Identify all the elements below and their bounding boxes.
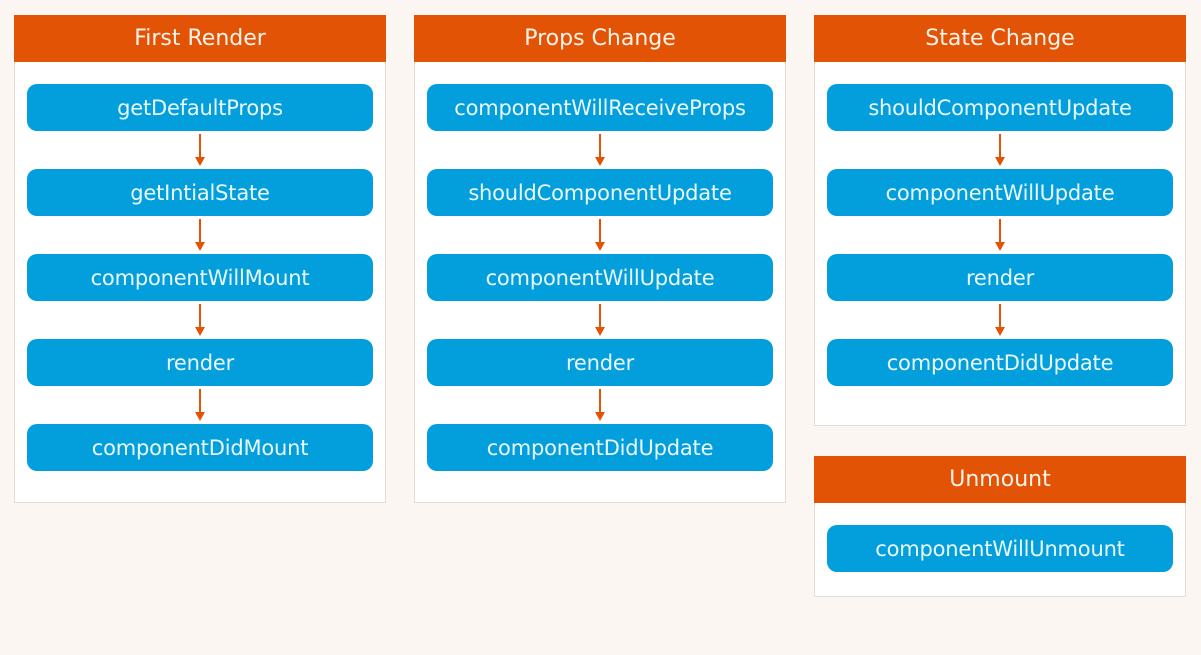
arrow-down-icon (827, 301, 1173, 339)
arrow-down-icon (27, 131, 373, 169)
panel-header: Unmount (814, 456, 1186, 503)
step-list: componentWillUnmount (815, 503, 1185, 572)
arrow-down-icon (27, 386, 373, 424)
step-render[interactable]: render (427, 339, 773, 386)
arrow-down-icon (427, 131, 773, 169)
arrow-down-icon (27, 216, 373, 254)
step-should-component-update[interactable]: shouldComponentUpdate (827, 84, 1173, 131)
step-component-will-unmount[interactable]: componentWillUnmount (827, 525, 1173, 572)
arrow-down-icon (427, 216, 773, 254)
arrow-down-icon (27, 301, 373, 339)
step-render[interactable]: render (27, 339, 373, 386)
arrow-down-icon (827, 216, 1173, 254)
step-component-did-update[interactable]: componentDidUpdate (427, 424, 773, 471)
step-component-did-update[interactable]: componentDidUpdate (827, 339, 1173, 386)
arrow-down-icon (427, 301, 773, 339)
panel-state-change: State Change shouldComponentUpdate compo… (814, 15, 1186, 426)
step-component-did-mount[interactable]: componentDidMount (27, 424, 373, 471)
step-component-will-mount[interactable]: componentWillMount (27, 254, 373, 301)
panel-props-change: Props Change componentWillReceiveProps s… (414, 15, 786, 503)
panel-first-render: First Render getDefaultProps getIntialSt… (14, 15, 386, 503)
step-list: componentWillReceiveProps shouldComponen… (415, 62, 785, 471)
step-component-will-receive-props[interactable]: componentWillReceiveProps (427, 84, 773, 131)
step-render[interactable]: render (827, 254, 1173, 301)
panel-unmount: Unmount componentWillUnmount (814, 456, 1186, 597)
step-list: shouldComponentUpdate componentWillUpdat… (815, 62, 1185, 386)
step-component-will-update[interactable]: componentWillUpdate (427, 254, 773, 301)
arrow-down-icon (827, 131, 1173, 169)
panel-header: Props Change (414, 15, 786, 62)
step-list: getDefaultProps getIntialState component… (15, 62, 385, 471)
arrow-down-icon (427, 386, 773, 424)
step-component-will-update[interactable]: componentWillUpdate (827, 169, 1173, 216)
step-get-default-props[interactable]: getDefaultProps (27, 84, 373, 131)
panel-header: First Render (14, 15, 386, 62)
step-get-initial-state[interactable]: getIntialState (27, 169, 373, 216)
step-should-component-update[interactable]: shouldComponentUpdate (427, 169, 773, 216)
panel-header: State Change (814, 15, 1186, 62)
